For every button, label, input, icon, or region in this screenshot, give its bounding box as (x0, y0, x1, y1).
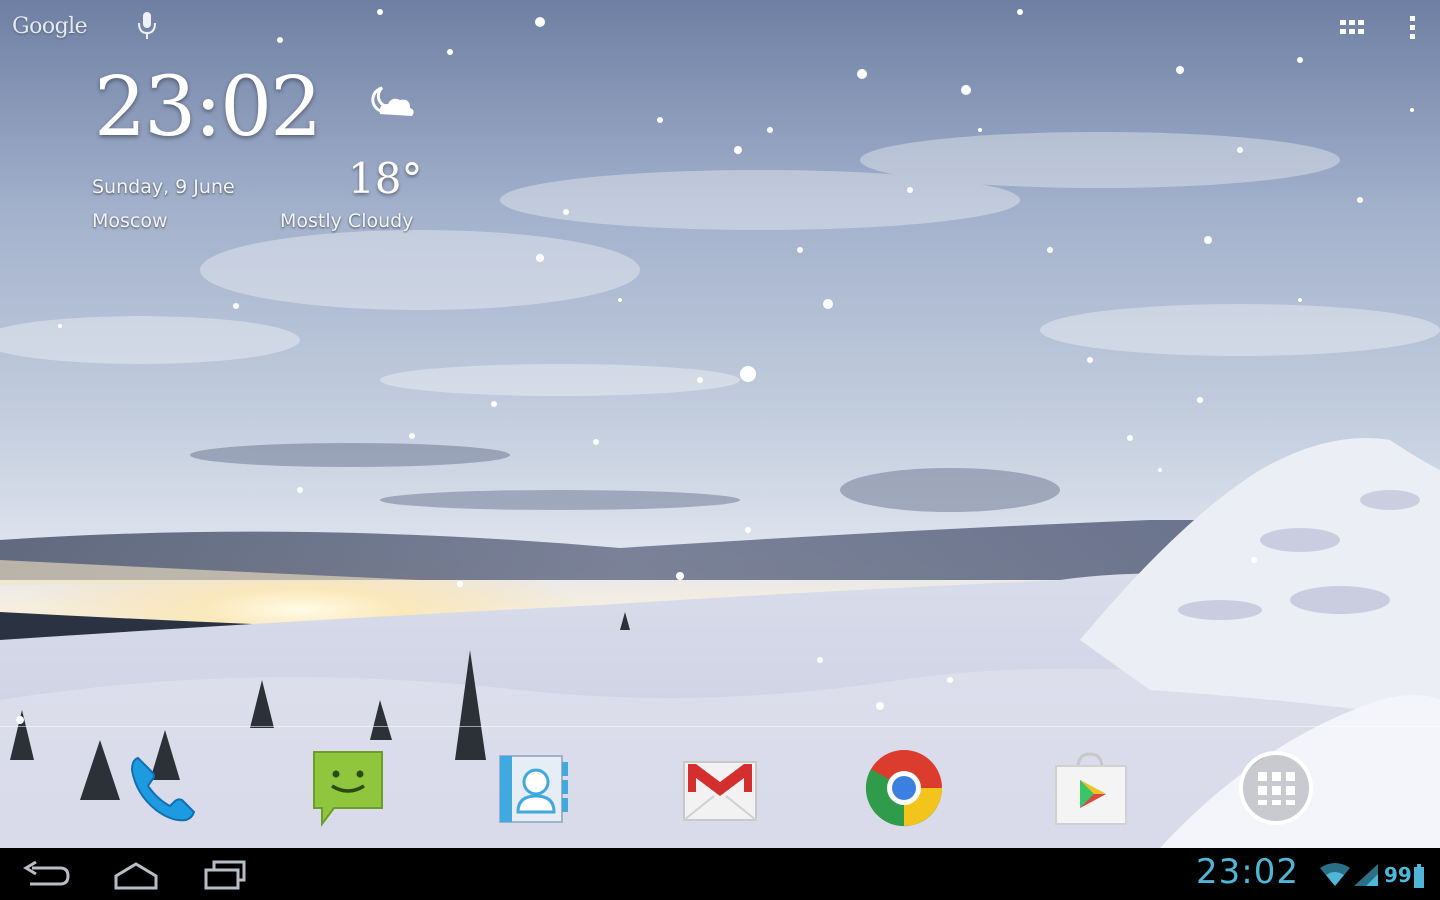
play-store-app[interactable] (1050, 748, 1130, 828)
overflow-menu-icon[interactable] (1404, 12, 1420, 44)
google-search-bar[interactable]: Google (12, 6, 172, 46)
back-icon[interactable] (16, 858, 76, 892)
back-button[interactable] (16, 858, 76, 892)
wifi-icon[interactable] (1318, 862, 1352, 888)
weather-condition: Mostly Cloudy (280, 210, 414, 232)
microphone-icon[interactable] (136, 10, 158, 42)
phone-app[interactable] (122, 748, 202, 828)
chrome-app[interactable] (864, 748, 944, 828)
clock-weather-widget[interactable]: 23:02 18° Sunday, 9 June Moscow Mostly C… (86, 58, 446, 248)
chrome-icon[interactable] (864, 748, 944, 828)
google-logo[interactable]: Google (12, 14, 88, 39)
battery-icon (1414, 864, 1424, 888)
phone-icon[interactable] (122, 748, 202, 828)
battery-level: 99 (1384, 863, 1412, 887)
apps-grid-icon[interactable] (1338, 16, 1368, 42)
city-label: Moscow (92, 210, 168, 232)
dock-divider (0, 726, 1440, 727)
temperature: 18° (348, 154, 423, 203)
home-icon[interactable] (106, 858, 166, 892)
gmail-icon[interactable] (680, 748, 760, 828)
recent-apps-button[interactable] (196, 858, 256, 892)
date-label: Sunday, 9 June (92, 176, 235, 198)
messaging-icon[interactable] (308, 748, 388, 828)
play-store-icon[interactable] (1050, 748, 1130, 828)
gmail-app[interactable] (680, 748, 760, 828)
contacts-icon[interactable] (494, 748, 574, 828)
contacts-app[interactable] (494, 748, 574, 828)
app-drawer-icon[interactable] (1236, 748, 1316, 828)
messaging-app[interactable] (308, 748, 388, 828)
cloud-moon-icon (371, 86, 414, 116)
system-navigation-bar: 23:02 99 (0, 848, 1440, 900)
app-drawer-button[interactable] (1236, 748, 1316, 828)
recent-apps-icon[interactable] (196, 858, 256, 892)
clock-time[interactable]: 23:02 (94, 58, 322, 158)
signal-icon[interactable] (1352, 862, 1380, 888)
home-button[interactable] (106, 858, 166, 892)
status-bar-clock[interactable]: 23:02 (1196, 852, 1299, 892)
